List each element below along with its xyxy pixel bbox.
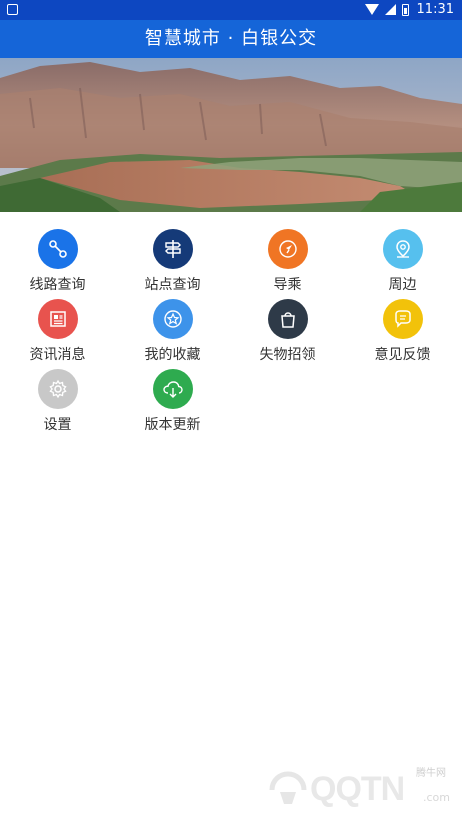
- menu-item-lost-found[interactable]: 失物招领: [230, 296, 345, 363]
- signal-icon: [384, 4, 396, 15]
- navigation-arrow-icon: [267, 229, 308, 269]
- watermark-site-name: 腾牛网: [416, 768, 446, 779]
- shopping-bag-icon: [267, 299, 308, 339]
- menu-item-label: 资讯消息: [29, 347, 86, 363]
- watermark-domain: .com: [423, 791, 450, 804]
- menu-item-label: 版本更新: [144, 417, 201, 433]
- newspaper-icon: [37, 299, 78, 339]
- star-icon: [152, 299, 193, 339]
- landscape-illustration: [0, 58, 462, 212]
- location-pin-icon: [382, 229, 423, 269]
- status-indicators: 11:31: [364, 2, 454, 17]
- menu-item-label: 线路查询: [29, 277, 86, 293]
- menu-item-label: 我的收藏: [144, 347, 201, 363]
- menu-item-feedback[interactable]: 意见反馈: [345, 296, 460, 363]
- battery-icon: [401, 3, 409, 16]
- banner-image[interactable]: [0, 58, 462, 212]
- gear-icon: [37, 369, 78, 409]
- menu-item-favorites[interactable]: 我的收藏: [115, 296, 230, 363]
- site-watermark: QQTN 腾牛网 .com: [266, 764, 456, 816]
- menu-item-version-update[interactable]: 版本更新: [115, 366, 230, 433]
- status-time: 11:31: [416, 2, 454, 17]
- menu-item-label: 周边: [388, 277, 417, 293]
- menu-item-settings[interactable]: 设置: [0, 366, 115, 433]
- app-bar: 智慧城市 · 白银公交: [0, 20, 462, 58]
- signpost-icon: [152, 229, 193, 269]
- menu-item-route-query[interactable]: 线路查询: [0, 226, 115, 293]
- app-notification-icon: [7, 4, 18, 15]
- wifi-icon: [364, 4, 379, 15]
- route-icon: [37, 229, 78, 269]
- menu-item-label: 设置: [43, 417, 72, 433]
- menu-item-navigation[interactable]: 导乘: [230, 226, 345, 293]
- chat-bubble-icon: [382, 299, 423, 339]
- bull-logo-icon: [269, 771, 307, 804]
- page-title: 智慧城市 · 白银公交: [144, 28, 318, 49]
- menu-item-label: 失物招领: [259, 347, 316, 363]
- menu-item-label: 意见反馈: [374, 347, 431, 363]
- watermark-text: QQTN: [310, 770, 405, 808]
- menu-item-stop-query[interactable]: 站点查询: [115, 226, 230, 293]
- cloud-download-icon: [152, 369, 193, 409]
- menu-item-nearby[interactable]: 周边: [345, 226, 460, 293]
- menu-item-label: 站点查询: [144, 277, 201, 293]
- status-bar: 11:31: [0, 0, 462, 20]
- menu-item-news[interactable]: 资讯消息: [0, 296, 115, 363]
- menu-item-label: 导乘: [273, 277, 302, 293]
